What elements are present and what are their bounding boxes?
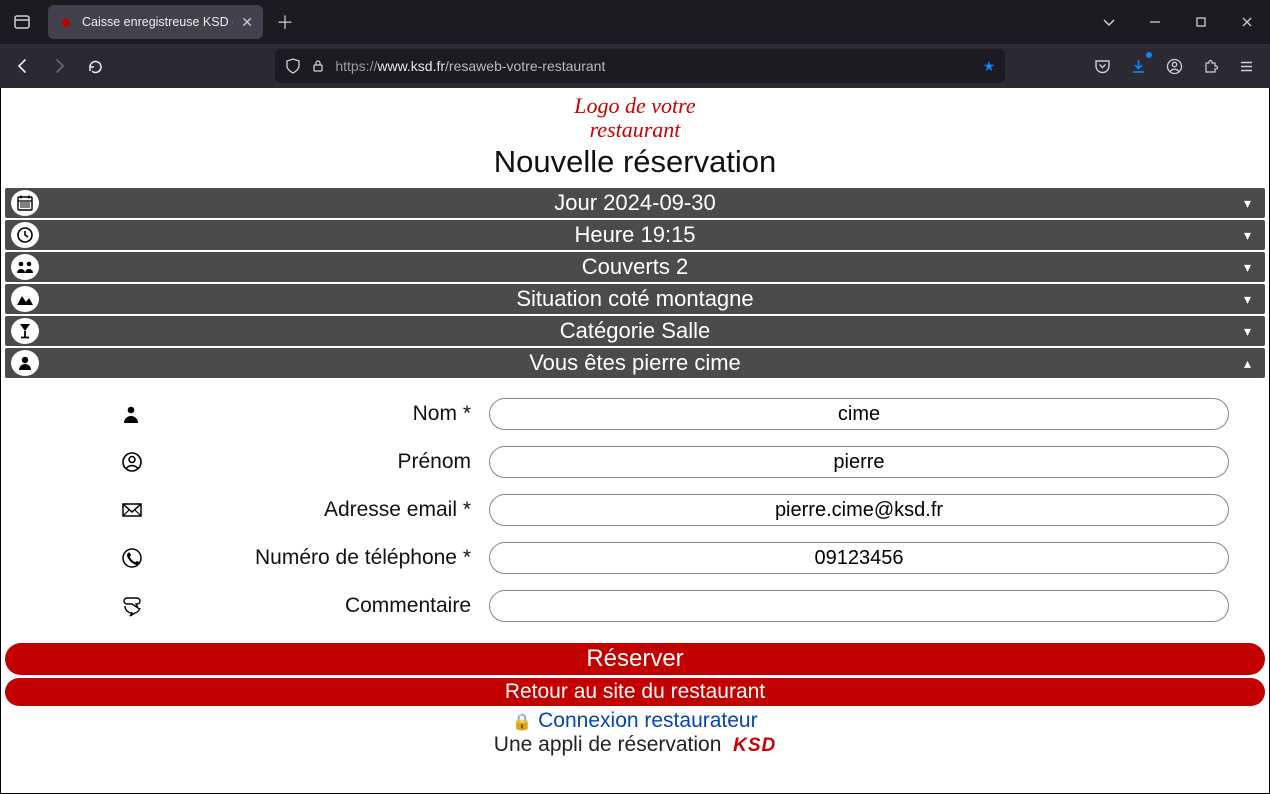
mountain-icon xyxy=(11,286,39,312)
comment-input[interactable] xyxy=(489,590,1229,622)
reserve-button[interactable]: Réserver xyxy=(5,643,1265,675)
url-prefix: https:// xyxy=(335,58,377,74)
sidebar-toggle-icon[interactable] xyxy=(0,0,44,44)
nav-back-button[interactable] xyxy=(6,49,40,83)
account-icon[interactable] xyxy=(1158,49,1192,83)
lock-icon[interactable] xyxy=(311,59,325,73)
url-path: /resaweb-votre-restaurant xyxy=(445,58,605,74)
tel-input[interactable] xyxy=(489,542,1229,574)
restaurateur-login-link[interactable]: Connexion restaurateur xyxy=(538,709,757,732)
accordion-identity[interactable]: Vous êtes pierre cime ▴ xyxy=(5,348,1265,378)
person-circle-icon xyxy=(121,451,161,473)
url-text: https://www.ksd.fr/resaweb-votre-restaur… xyxy=(335,58,972,74)
chevron-down-icon: ▾ xyxy=(1244,323,1251,340)
chevron-down-icon: ▾ xyxy=(1244,227,1251,244)
calendar-icon xyxy=(11,190,39,216)
person-solid-icon xyxy=(121,404,161,424)
chevron-down-icon: ▾ xyxy=(1244,195,1251,212)
email-label: Adresse email * xyxy=(175,498,475,522)
window-minimize-button[interactable] xyxy=(1132,0,1178,44)
comment-label: Commentaire xyxy=(175,594,475,618)
page-title: Nouvelle réservation xyxy=(1,144,1269,180)
chevron-up-icon: ▴ xyxy=(1244,355,1251,372)
tel-label: Numéro de téléphone * xyxy=(175,546,475,570)
tabs-dropdown-icon[interactable] xyxy=(1086,0,1132,44)
page-viewport: Logo de votre restaurant Nouvelle réserv… xyxy=(0,88,1270,794)
nom-label: Nom * xyxy=(175,402,475,426)
people-icon xyxy=(11,254,39,280)
window-maximize-button[interactable] xyxy=(1178,0,1224,44)
browser-tab[interactable]: ◆ Caisse enregistreuse KSD - Notr ✕ xyxy=(48,5,263,39)
tab-title: Caisse enregistreuse KSD - Notr xyxy=(82,15,233,29)
nom-input[interactable] xyxy=(489,398,1229,430)
downloads-icon[interactable] xyxy=(1122,49,1156,83)
app-menu-icon[interactable] xyxy=(1230,49,1264,83)
tab-close-icon[interactable]: ✕ xyxy=(241,14,253,31)
pocket-icon[interactable] xyxy=(1086,49,1120,83)
comment-icon xyxy=(121,594,161,618)
phone-icon xyxy=(121,547,161,569)
nav-forward-button xyxy=(42,49,76,83)
email-icon xyxy=(121,501,161,519)
accordion-identity-label: Vous êtes pierre cime xyxy=(5,350,1265,376)
accordion-day[interactable]: Jour 2024-09-30 ▾ xyxy=(5,188,1265,218)
nav-reload-button[interactable] xyxy=(78,49,112,83)
clock-icon xyxy=(11,222,39,248)
extensions-icon[interactable] xyxy=(1194,49,1228,83)
back-to-site-button[interactable]: Retour au site du restaurant xyxy=(5,678,1265,706)
window-close-button[interactable] xyxy=(1224,0,1270,44)
restaurant-logo-placeholder: Logo de votre restaurant xyxy=(1,94,1269,142)
identity-form: Nom * Prénom Adresse email * xyxy=(1,380,1269,640)
accordion-category-label: Catégorie Salle xyxy=(5,318,1265,344)
prenom-label: Prénom xyxy=(175,450,475,474)
chevron-down-icon: ▾ xyxy=(1244,259,1251,276)
bookmark-star-icon[interactable]: ★ xyxy=(983,58,996,75)
accordion-situation-label: Situation coté montagne xyxy=(5,286,1265,312)
url-host: www.ksd.fr xyxy=(377,58,445,74)
footer: 🔒 Connexion restaurateur Une appli de ré… xyxy=(1,709,1269,757)
prenom-input[interactable] xyxy=(489,446,1229,478)
accordion-situation[interactable]: Situation coté montagne ▾ xyxy=(5,284,1265,314)
glass-icon xyxy=(11,318,39,344)
accordion-time-label: Heure 19:15 xyxy=(5,222,1265,248)
browser-titlebar: ◆ Caisse enregistreuse KSD - Notr ✕ ＋ xyxy=(0,0,1270,44)
new-tab-button[interactable]: ＋ xyxy=(269,5,301,39)
email-input[interactable] xyxy=(489,494,1229,526)
browser-toolbar: https://www.ksd.fr/resaweb-votre-restaur… xyxy=(0,44,1270,88)
person-icon xyxy=(11,350,39,376)
footer-tagline: Une appli de réservation xyxy=(494,733,722,756)
reservation-accordion: Jour 2024-09-30 ▾ Heure 19:15 ▾ Couverts… xyxy=(1,188,1269,378)
tab-favicon-icon: ◆ xyxy=(58,14,74,30)
ksd-brand-logo: KSD xyxy=(733,735,776,756)
url-bar[interactable]: https://www.ksd.fr/resaweb-votre-restaur… xyxy=(275,49,1005,83)
lock-small-icon: 🔒 xyxy=(512,714,532,731)
accordion-day-label: Jour 2024-09-30 xyxy=(5,190,1265,216)
accordion-time[interactable]: Heure 19:15 ▾ xyxy=(5,220,1265,250)
accordion-category[interactable]: Catégorie Salle ▾ xyxy=(5,316,1265,346)
accordion-covers[interactable]: Couverts 2 ▾ xyxy=(5,252,1265,282)
accordion-covers-label: Couverts 2 xyxy=(5,254,1265,280)
tracking-shield-icon[interactable] xyxy=(285,58,301,74)
chevron-down-icon: ▾ xyxy=(1244,291,1251,308)
